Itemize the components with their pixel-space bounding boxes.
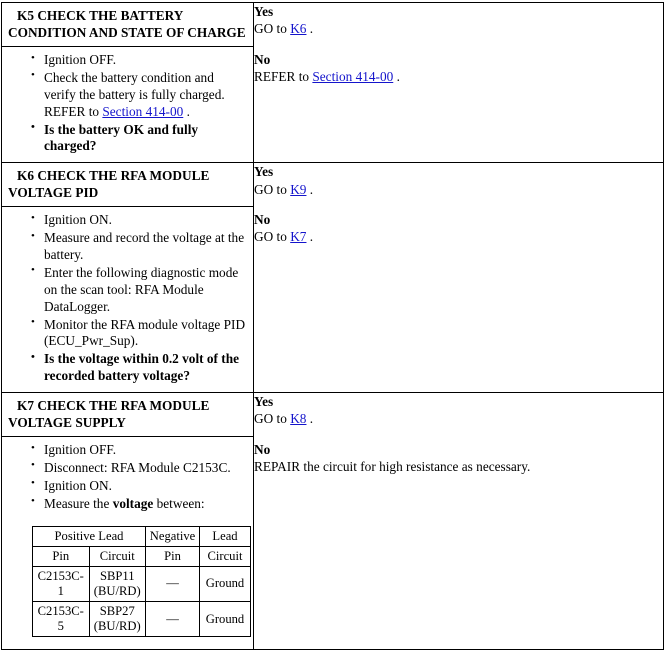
step-body-k7: Ignition OFF. Disconnect: RFA Module C21… [2, 437, 253, 649]
step-title-k5: K5 CHECK THE BATTERY CONDITION AND STATE… [2, 3, 253, 48]
link-k8[interactable]: K8 [290, 411, 306, 426]
answer-no-tail: . [393, 68, 400, 84]
answer-yes-label: Yes [254, 4, 274, 19]
step-title-k7: K7 CHECK THE RFA MODULE VOLTAGE SUPPLY [2, 393, 253, 438]
action-cell-k7: Yes GO to K8 . No REPAIR the circuit for… [253, 392, 664, 650]
answer-yes-prefix: GO to [254, 181, 291, 197]
answer-yes-tail: . [306, 181, 314, 197]
header-positive-lead: Positive Lead [32, 525, 146, 547]
answer-spacer [254, 38, 663, 51]
table-header-row: Pin Circuit Pin Circuit [32, 545, 251, 567]
cell-negative-pin: — [145, 601, 200, 638]
test-step-row-k6: K6 CHECK THE RFA MODULE VOLTAGE PID Igni… [1, 162, 664, 394]
answer-yes-prefix: GO to [254, 21, 291, 37]
cell-positive-pin: C2153C-5 [32, 601, 90, 638]
table-header-group-row: Positive Lead Negative Lead [32, 525, 251, 547]
action-cell-k6: Yes GO to K9 . No GO to K7 . [253, 162, 664, 394]
test-step-row-k5: K5 CHECK THE BATTERY CONDITION AND STATE… [1, 1, 664, 164]
cell-positive-pin: C2153C-1 [32, 565, 90, 603]
answer-no-label: No [254, 51, 271, 67]
list-item: Ignition OFF. [31, 442, 246, 459]
list-item-text: Ignition OFF. [44, 52, 117, 68]
cell-negative-pin: — [145, 565, 200, 603]
step-body-k6: Ignition ON. Measure and record the volt… [2, 207, 253, 392]
step-cell-k7: K7 CHECK THE RFA MODULE VOLTAGE SUPPLY I… [1, 392, 254, 650]
cell-negative-circuit: Ground [199, 565, 251, 603]
answer-yes-prefix: GO to [254, 411, 291, 427]
table-row: C2153C-1 SBP11 (BU/RD) — Ground [32, 565, 251, 603]
list-item: Measure and record the voltage at the ba… [31, 230, 246, 264]
header-positive-circuit: Circuit [88, 545, 146, 567]
header-negative-pin: Pin [145, 545, 200, 567]
list-item-text: Ignition OFF. [44, 442, 117, 458]
answer-no-text: REPAIR the circuit for high resistance a… [254, 458, 531, 474]
list-item-measure: Measure the voltage between: [31, 495, 246, 513]
answer-no-label: No [254, 441, 271, 457]
table-row: C2153C-5 SBP27 (BU/RD) — Ground [32, 601, 251, 638]
list-item-text: Is the voltage within 0.2 volt of the re… [44, 351, 240, 384]
list-item-text: Enter the following diagnostic mode on t… [44, 264, 239, 314]
step-cell-k6: K6 CHECK THE RFA MODULE VOLTAGE PID Igni… [1, 162, 254, 394]
list-item: Enter the following diagnostic mode on t… [31, 264, 246, 316]
answer-yes-tail: . [306, 21, 314, 37]
step-cell-k5: K5 CHECK THE BATTERY CONDITION AND STATE… [1, 1, 254, 164]
answer-no-prefix: GO to [254, 229, 291, 245]
step-list-k5: Ignition OFF. Check the battery conditio… [9, 52, 246, 155]
link-section-414-00[interactable]: Section 414-00 [102, 104, 183, 119]
list-item-text: Is the battery OK and fully charged? [44, 121, 199, 154]
list-item-text: Ignition ON. [44, 477, 112, 493]
test-step-row-k7: K7 CHECK THE RFA MODULE VOLTAGE SUPPLY I… [1, 392, 664, 650]
answer-yes-tail: . [306, 411, 314, 427]
header-positive-pin: Pin [32, 545, 90, 567]
answer-yes-text: GO to K8 . [254, 410, 663, 427]
list-item: Ignition ON. [31, 212, 246, 229]
pinpoint-test-page: K5 CHECK THE BATTERY CONDITION AND STATE… [0, 1, 666, 650]
cell-positive-circuit: SBP27 (BU/RD) [88, 601, 146, 638]
emphasis-voltage: voltage [112, 495, 154, 511]
list-item-tail: . [183, 103, 190, 119]
list-item-text: Disconnect: RFA Module C2153C. [44, 459, 231, 475]
answer-spacer [254, 198, 663, 211]
header-negative-circuit: Circuit [199, 545, 251, 567]
step-title-k6: K6 CHECK THE RFA MODULE VOLTAGE PID [2, 163, 253, 208]
step-body-k5: Ignition OFF. Check the battery conditio… [2, 47, 253, 162]
header-negative: Negative [145, 525, 200, 547]
list-item-text: Measure and record the voltage at the ba… [44, 230, 245, 263]
list-item-question: Is the battery OK and fully charged? [31, 121, 246, 156]
measurement-table: Positive Lead Negative Lead Pin Circuit … [32, 525, 251, 638]
answer-spacer [254, 428, 663, 441]
link-k7[interactable]: K7 [290, 229, 306, 244]
header-lead: Lead [199, 525, 251, 547]
step-list-k6: Ignition ON. Measure and record the volt… [9, 212, 246, 385]
answer-yes-text: GO to K6 . [254, 20, 663, 37]
cell-positive-circuit: SBP11 (BU/RD) [88, 565, 146, 603]
list-item-text: Monitor the RFA module voltage PID (ECU_… [44, 316, 246, 349]
answer-yes-label: Yes [254, 394, 274, 410]
answer-no-label: No [254, 211, 271, 227]
cell-negative-circuit: Ground [199, 601, 251, 638]
list-item: Check the battery condition and verify t… [31, 69, 246, 121]
step-list-k7: Ignition OFF. Disconnect: RFA Module C21… [9, 442, 246, 513]
list-item-question: Is the voltage within 0.2 volt of the re… [31, 351, 246, 385]
pinpoint-test-table: K5 CHECK THE BATTERY CONDITION AND STATE… [1, 1, 664, 650]
list-item: Monitor the RFA module voltage PID (ECU_… [31, 316, 246, 351]
answer-yes-text: GO to K9 . [254, 181, 663, 198]
list-item: Ignition OFF. [31, 52, 246, 69]
link-section-414-00[interactable]: Section 414-00 [312, 69, 393, 84]
answer-no-prefix: REFER to [254, 68, 313, 84]
list-item: Ignition ON. [31, 477, 246, 495]
answer-no-text: REFER to Section 414-00 . [254, 68, 663, 85]
answer-yes-label: Yes [254, 164, 274, 180]
link-k6[interactable]: K6 [290, 21, 306, 36]
answer-no-text: GO to K7 . [254, 228, 663, 245]
list-item-text: Ignition ON. [44, 212, 112, 228]
action-cell-k5: Yes GO to K6 . No REFER to Section 414-0… [253, 1, 664, 164]
link-k9[interactable]: K9 [290, 182, 306, 197]
answer-no-tail: . [306, 229, 314, 245]
list-item: Disconnect: RFA Module C2153C. [31, 459, 246, 477]
list-item-text: Measure the voltage between: [44, 495, 205, 511]
